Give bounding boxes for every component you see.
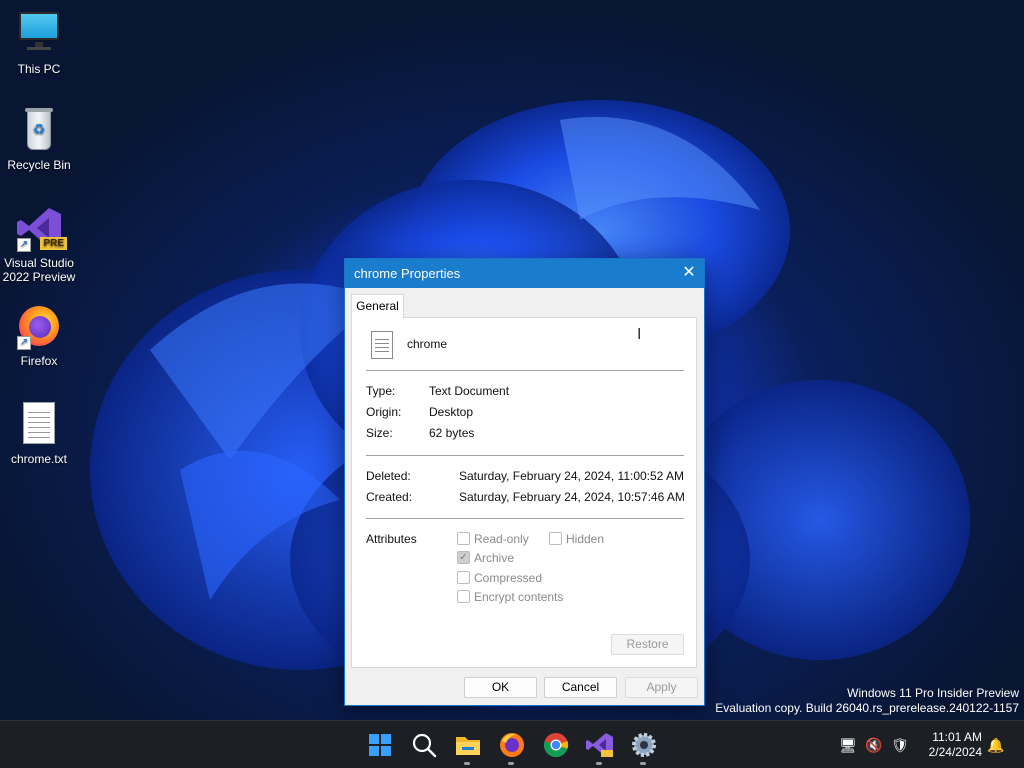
tab-general[interactable]: General bbox=[351, 294, 404, 318]
desktop-icon-label: Recycle Bin bbox=[7, 158, 71, 172]
dialog-title: chrome Properties bbox=[354, 266, 461, 281]
readonly-checkbox[interactable]: Read-only bbox=[457, 532, 529, 546]
cancel-button[interactable]: Cancel bbox=[544, 677, 617, 698]
ok-button[interactable]: OK bbox=[464, 677, 537, 698]
visual-studio-taskbar-button[interactable] bbox=[584, 729, 616, 765]
start-button[interactable] bbox=[364, 729, 396, 761]
size-label: Size: bbox=[366, 426, 393, 440]
settings-icon bbox=[632, 733, 656, 757]
volume-muted-icon[interactable]: 🔇 bbox=[864, 735, 884, 755]
archive-label: Archive bbox=[474, 551, 515, 565]
recycle-bin-icon: ♻ bbox=[15, 106, 63, 154]
clock[interactable]: 11:01 AM 2/24/2024 bbox=[929, 730, 982, 760]
start-icon bbox=[369, 734, 391, 756]
chrome-icon bbox=[543, 733, 569, 758]
checkmark-icon: ✓ bbox=[457, 551, 470, 564]
desktop-icon-visual-studio[interactable]: PRE ↗ Visual Studio 2022 Preview bbox=[0, 204, 78, 284]
compressed-label: Compressed bbox=[474, 571, 543, 585]
file-explorer-button[interactable] bbox=[452, 729, 484, 765]
size-value: 62 bytes bbox=[429, 426, 475, 440]
desktop-icon-chrome-txt[interactable]: chrome.txt bbox=[0, 400, 78, 466]
checkbox-box bbox=[457, 532, 470, 545]
running-indicator bbox=[508, 762, 514, 765]
network-icon[interactable]: 🖥 bbox=[838, 735, 858, 755]
text-file-icon bbox=[371, 331, 393, 359]
file-name: chrome bbox=[407, 337, 448, 351]
desktop-icon-label: This PC bbox=[17, 62, 61, 76]
created-value: Saturday, February 24, 2024, 10:57:46 AM bbox=[459, 490, 685, 504]
evaluation-watermark: Windows 11 Pro Insider Preview Evaluatio… bbox=[715, 686, 1019, 716]
apply-button[interactable]: Apply bbox=[625, 677, 698, 698]
clock-time: 11:01 AM bbox=[932, 730, 982, 744]
deleted-value: Saturday, February 24, 2024, 11:00:52 AM bbox=[459, 469, 685, 483]
running-indicator bbox=[640, 762, 646, 765]
security-icon[interactable]: 🛡 bbox=[890, 735, 910, 755]
separator bbox=[366, 518, 684, 519]
notification-bell-icon[interactable]: 🔔 bbox=[986, 735, 1006, 755]
clock-date: 2/24/2024 bbox=[928, 745, 982, 759]
attributes-label: Attributes bbox=[366, 532, 417, 546]
text-file-icon bbox=[15, 400, 63, 448]
checkbox-box bbox=[457, 590, 470, 603]
checkbox-box bbox=[549, 532, 562, 545]
visual-studio-icon: PRE ↗ bbox=[15, 204, 67, 252]
readonly-label: Read-only bbox=[474, 532, 529, 546]
settings-taskbar-button[interactable] bbox=[628, 729, 660, 765]
firefox-icon: ↗ bbox=[15, 302, 63, 350]
desktop-icon-label: chrome.txt bbox=[10, 452, 67, 466]
desktop-icon-label: Firefox bbox=[20, 354, 58, 368]
origin-value: Desktop bbox=[429, 405, 474, 419]
general-panel: chrome I Type: Text Document Origin: Des… bbox=[351, 317, 697, 668]
hidden-label: Hidden bbox=[566, 532, 605, 546]
chrome-taskbar-button[interactable] bbox=[540, 729, 572, 761]
shortcut-arrow-icon: ↗ bbox=[17, 336, 31, 350]
desktop-icon-this-pc[interactable]: This PC bbox=[0, 10, 78, 76]
watermark-line2: Evaluation copy. Build 26040.rs_prerelea… bbox=[715, 701, 1019, 715]
visual-studio-icon bbox=[586, 733, 613, 757]
restore-button[interactable]: Restore bbox=[611, 634, 684, 655]
pre-badge: PRE bbox=[40, 237, 67, 250]
firefox-taskbar-button[interactable] bbox=[496, 729, 528, 765]
deleted-label: Deleted: bbox=[366, 469, 411, 483]
text-cursor-icon: I bbox=[637, 326, 642, 343]
taskbar: 🖥 🔇 🛡 11:01 AM 2/24/2024 🔔 bbox=[0, 720, 1024, 768]
encrypt-label: Encrypt contents bbox=[474, 590, 564, 604]
dialog-titlebar[interactable]: chrome Properties ✕ bbox=[345, 259, 704, 288]
file-explorer-icon bbox=[456, 737, 480, 755]
shortcut-arrow-icon: ↗ bbox=[17, 238, 31, 252]
desktop-icon-label-line2: 2022 Preview bbox=[2, 270, 76, 284]
origin-label: Origin: bbox=[366, 405, 402, 419]
desktop-icon-firefox[interactable]: ↗ Firefox bbox=[0, 302, 78, 368]
close-icon: ✕ bbox=[682, 264, 696, 281]
monitor-icon bbox=[15, 10, 63, 58]
running-indicator bbox=[464, 762, 470, 765]
search-icon bbox=[412, 733, 437, 758]
firefox-icon bbox=[500, 733, 524, 757]
separator bbox=[366, 370, 684, 371]
type-label: Type: bbox=[366, 384, 396, 398]
search-button[interactable] bbox=[408, 729, 440, 761]
archive-checkbox[interactable]: ✓ Archive bbox=[457, 551, 514, 565]
desktop-icon-label-line1: Visual Studio bbox=[4, 256, 74, 270]
encrypt-checkbox[interactable]: Encrypt contents bbox=[457, 590, 563, 604]
close-button[interactable]: ✕ bbox=[674, 259, 704, 288]
created-label: Created: bbox=[366, 490, 413, 504]
checkbox-box bbox=[457, 571, 470, 584]
running-indicator bbox=[596, 762, 602, 765]
compressed-checkbox[interactable]: Compressed bbox=[457, 571, 542, 585]
watermark-line1: Windows 11 Pro Insider Preview bbox=[847, 686, 1019, 700]
properties-dialog: chrome Properties ✕ General chrome I Typ… bbox=[344, 258, 705, 706]
type-value: Text Document bbox=[429, 384, 510, 398]
separator bbox=[366, 455, 684, 456]
desktop-icon-recycle-bin[interactable]: ♻ Recycle Bin bbox=[0, 106, 78, 172]
hidden-checkbox[interactable]: Hidden bbox=[549, 532, 604, 546]
